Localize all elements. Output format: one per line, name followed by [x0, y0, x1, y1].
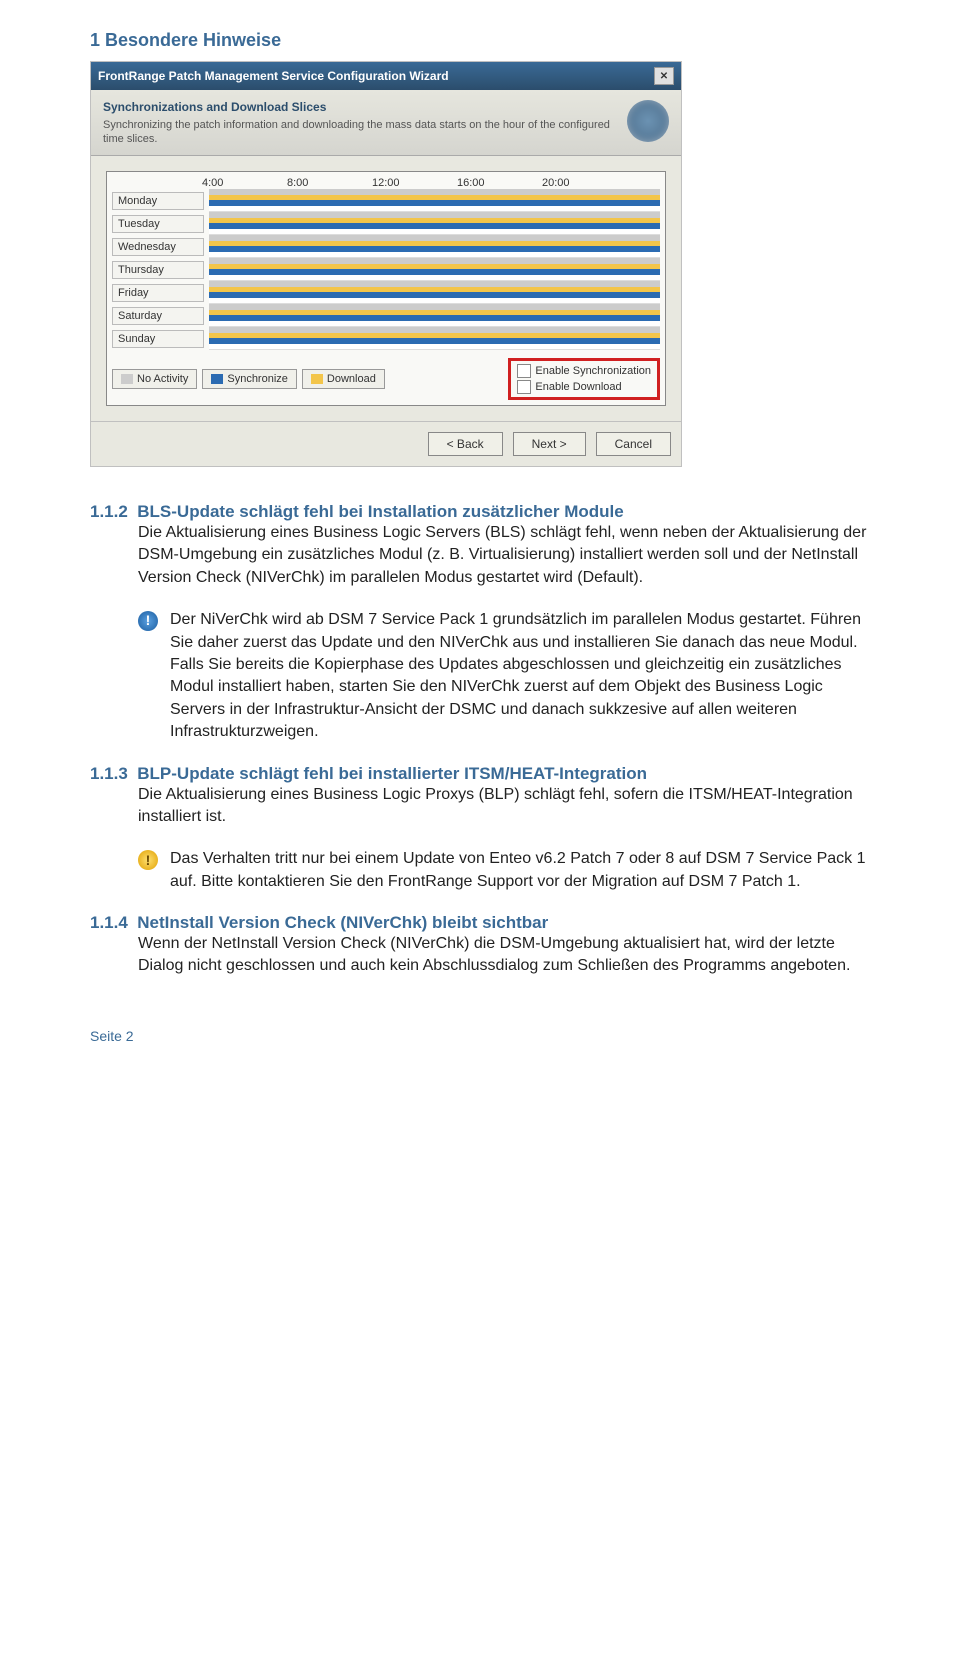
section-title: BLP-Update schlägt fehl bei installierte… [137, 764, 647, 783]
warn-note: ! Das Verhalten tritt nur bei einem Upda… [170, 848, 870, 893]
wizard-screenshot: FrontRange Patch Management Service Conf… [90, 61, 682, 467]
wizard-header: Synchronizations and Download Slices Syn… [91, 90, 681, 156]
section-number: 1.1.2 [90, 502, 128, 521]
legend-no-activity-button[interactable]: No Activity [112, 369, 197, 389]
section-body: Wenn der NetInstall Version Check (NIVer… [138, 933, 870, 978]
section-heading: 1.1.3 BLP-Update schlägt fehl bei instal… [90, 764, 870, 784]
enable-download-checkbox[interactable]: Enable Download [517, 380, 651, 394]
cancel-button[interactable]: Cancel [596, 432, 671, 456]
day-label: Monday [112, 192, 204, 210]
page-footer: Seite 2 [90, 1028, 870, 1044]
enable-options-highlight: Enable Synchronization Enable Download [508, 358, 660, 400]
time-header: 12:00 [372, 177, 457, 189]
day-label: Sunday [112, 330, 204, 348]
section-title: NetInstall Version Check (NIVerChk) blei… [137, 913, 548, 932]
time-header: 20:00 [542, 177, 627, 189]
note-text: Das Verhalten tritt nur bei einem Update… [170, 850, 866, 889]
legend-row: No Activity Synchronize Download Enable … [112, 358, 660, 400]
legend-label: Download [327, 373, 376, 385]
close-icon[interactable]: ✕ [654, 67, 674, 85]
wizard-panel-title: Synchronizations and Download Slices [103, 100, 617, 114]
warning-icon: ! [138, 850, 158, 870]
time-header: 8:00 [287, 177, 372, 189]
enable-sync-label: Enable Synchronization [535, 365, 651, 377]
back-button[interactable]: < Back [428, 432, 503, 456]
next-button[interactable]: Next > [513, 432, 586, 456]
day-label: Saturday [112, 307, 204, 325]
day-label: Wednesday [112, 238, 204, 256]
section-113: 1.1.3 BLP-Update schlägt fehl bei instal… [90, 764, 870, 894]
legend-download-button[interactable]: Download [302, 369, 385, 389]
schedule-grid: 4:00 8:00 12:00 16:00 20:00 Monday Tuesd… [106, 171, 666, 406]
section-body: Die Aktualisierung eines Business Logic … [138, 784, 870, 829]
wizard-window-title: FrontRange Patch Management Service Conf… [98, 69, 449, 83]
day-label: Friday [112, 284, 204, 302]
chapter-title: 1 Besondere Hinweise [90, 30, 870, 51]
section-heading: 1.1.4 NetInstall Version Check (NIVerChk… [90, 913, 870, 933]
wizard-body: 4:00 8:00 12:00 16:00 20:00 Monday Tuesd… [91, 156, 681, 421]
enable-download-label: Enable Download [535, 381, 621, 393]
wizard-panel-desc: Synchronizing the patch information and … [103, 119, 610, 145]
section-body: Die Aktualisierung eines Business Logic … [138, 522, 870, 589]
legend-label: No Activity [137, 373, 188, 385]
time-header-row: 4:00 8:00 12:00 16:00 20:00 [202, 177, 660, 189]
section-number: 1.1.4 [90, 913, 128, 932]
info-icon: ! [138, 611, 158, 631]
info-note: ! Der NiVerChk wird ab DSM 7 Service Pac… [170, 609, 870, 743]
day-label: Tuesday [112, 215, 204, 233]
note-text: Der NiVerChk wird ab DSM 7 Service Pack … [170, 611, 861, 740]
enable-sync-checkbox[interactable]: Enable Synchronization [517, 364, 651, 378]
section-number: 1.1.3 [90, 764, 128, 783]
legend-synchronize-button[interactable]: Synchronize [202, 369, 297, 389]
section-heading: 1.1.2 BLS-Update schlägt fehl bei Instal… [90, 502, 870, 522]
wizard-titlebar: FrontRange Patch Management Service Conf… [91, 62, 681, 90]
section-title: BLS-Update schlägt fehl bei Installation… [137, 502, 623, 521]
time-header: 4:00 [202, 177, 287, 189]
day-label: Thursday [112, 261, 204, 279]
legend-label: Synchronize [227, 373, 288, 385]
section-114: 1.1.4 NetInstall Version Check (NIVerChk… [90, 913, 870, 978]
time-header: 16:00 [457, 177, 542, 189]
wizard-button-row: < Back Next > Cancel [91, 421, 681, 466]
section-112: 1.1.2 BLS-Update schlägt fehl bei Instal… [90, 502, 870, 744]
globe-icon [627, 100, 669, 142]
